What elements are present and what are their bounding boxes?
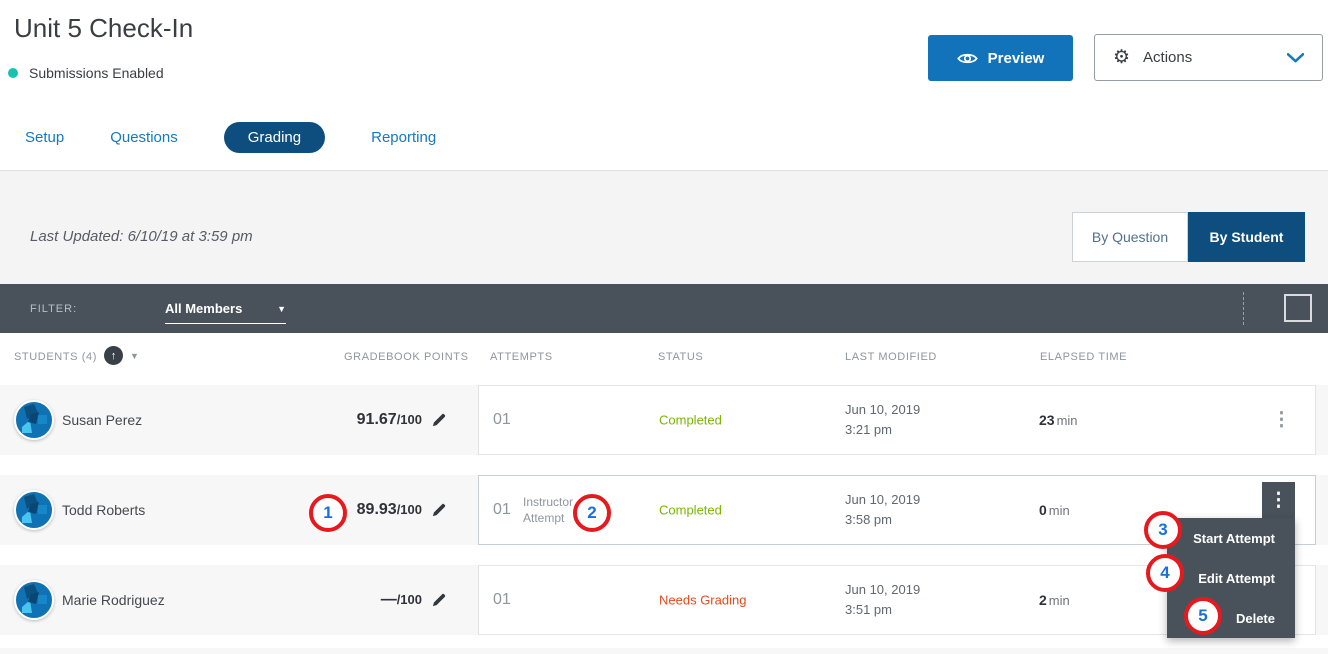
- by-student-toggle[interactable]: By Student: [1188, 212, 1305, 262]
- points-denominator: /100: [397, 592, 422, 607]
- tab-reporting[interactable]: Reporting: [371, 122, 436, 153]
- members-filter-dropdown[interactable]: All Members ▼: [165, 301, 286, 324]
- last-modified: Jun 10, 2019 3:21 pm: [845, 400, 920, 440]
- annotation-callout-2: 2: [573, 494, 611, 532]
- avatar: [14, 580, 54, 620]
- attempt-card[interactable]: 01 Completed Jun 10, 2019 3:21 pm 23 min…: [478, 385, 1316, 455]
- tab-questions[interactable]: Questions: [110, 122, 178, 153]
- view-toggle: By Question By Student: [1072, 212, 1305, 262]
- members-filter-value: All Members: [165, 301, 242, 316]
- tab-grading[interactable]: Grading: [224, 122, 325, 153]
- filter-label: FILTER:: [30, 303, 77, 315]
- elapsed-time: 0 min: [1039, 502, 1070, 518]
- actions-label: Actions: [1143, 49, 1192, 66]
- edit-points-button[interactable]: [432, 413, 446, 427]
- column-header-status: STATUS: [658, 351, 703, 363]
- chevron-down-icon: [1287, 53, 1304, 63]
- modified-time: 3:58 pm: [845, 510, 920, 530]
- attempt-number: 01: [493, 591, 511, 609]
- attempt-status: Completed: [659, 413, 722, 428]
- student-row: Marie Rodriguez — /100 01 Needs Grading …: [0, 565, 1328, 635]
- elapsed-unit: min: [1049, 593, 1070, 608]
- annotation-callout-4: 4: [1146, 554, 1184, 592]
- elapsed-value: 23: [1039, 412, 1055, 428]
- elapsed-time: 2 min: [1039, 592, 1070, 608]
- points-value: 91.67: [357, 411, 397, 429]
- grid-view-toggle-button[interactable]: [1284, 294, 1312, 322]
- points-value: —: [381, 591, 397, 609]
- submission-status: Submissions Enabled: [8, 65, 164, 81]
- pencil-icon: [432, 593, 446, 607]
- kebab-menu-button-open[interactable]: ⋮: [1262, 482, 1295, 518]
- student-name: Marie Rodriguez: [62, 592, 165, 608]
- sort-ascending-icon[interactable]: ↑: [104, 346, 123, 365]
- modified-time: 3:51 pm: [845, 600, 920, 620]
- status-label: Submissions Enabled: [29, 65, 164, 81]
- modified-time: 3:21 pm: [845, 420, 920, 440]
- column-header-last-modified: LAST MODIFIED: [845, 351, 937, 363]
- avatar: [14, 400, 54, 440]
- points-value: 89.93: [357, 501, 397, 519]
- gradebook-points: — /100: [381, 591, 446, 609]
- modified-date: Jun 10, 2019: [845, 400, 920, 420]
- preview-button[interactable]: Preview: [928, 35, 1073, 81]
- menu-item-start-attempt[interactable]: Start Attempt: [1167, 518, 1295, 558]
- table-header-row: STUDENTS (4) ↑ ▼ GRADEBOOK POINTS ATTEMP…: [0, 333, 1328, 385]
- actions-button[interactable]: ⚙ Actions: [1094, 34, 1323, 81]
- attempt-number: 01: [493, 501, 511, 519]
- menu-item-edit-attempt[interactable]: Edit Attempt: [1167, 558, 1295, 598]
- by-question-toggle[interactable]: By Question: [1072, 212, 1188, 262]
- last-updated-text: Last Updated: 6/10/19 at 3:59 pm: [30, 228, 253, 245]
- eye-icon: [957, 51, 978, 66]
- gradebook-points: 91.67 /100: [357, 411, 446, 429]
- kebab-icon: ⋮: [1269, 489, 1288, 512]
- dashed-divider: [1243, 292, 1244, 325]
- student-name: Todd Roberts: [62, 502, 145, 518]
- gear-icon: ⚙: [1113, 48, 1130, 67]
- preview-label: Preview: [988, 50, 1045, 67]
- header-caret-icon[interactable]: ▼: [130, 351, 139, 361]
- annotation-callout-5: 5: [1184, 597, 1222, 635]
- tab-setup[interactable]: Setup: [25, 122, 64, 153]
- filter-bar: FILTER: All Members ▼: [0, 284, 1328, 333]
- column-header-gradebook-points: GRADEBOOK POINTS: [344, 351, 469, 363]
- column-header-elapsed-time: ELAPSED TIME: [1040, 351, 1127, 363]
- modified-date: Jun 10, 2019: [845, 490, 920, 510]
- assessment-tabs: Setup Questions Grading Reporting: [25, 122, 436, 153]
- attempt-status: Completed: [659, 503, 722, 518]
- pencil-icon: [432, 503, 446, 517]
- elapsed-time: 23 min: [1039, 412, 1078, 428]
- partial-row: [0, 648, 1328, 654]
- elapsed-unit: min: [1057, 413, 1078, 428]
- avatar: [14, 490, 54, 530]
- page-title: Unit 5 Check-In: [14, 13, 193, 44]
- column-header-students: STUDENTS (4): [14, 351, 97, 363]
- points-denominator: /100: [397, 502, 422, 517]
- points-denominator: /100: [397, 412, 422, 427]
- student-row: Susan Perez 91.67 /100 01 Completed Jun …: [0, 385, 1328, 455]
- annotation-callout-3: 3: [1144, 511, 1182, 549]
- last-modified: Jun 10, 2019 3:51 pm: [845, 580, 920, 620]
- dropdown-caret-icon: ▼: [277, 304, 286, 314]
- edit-points-button[interactable]: [432, 593, 446, 607]
- attempt-status: Needs Grading: [659, 593, 746, 608]
- elapsed-value: 2: [1039, 592, 1047, 608]
- annotation-callout-1: 1: [309, 494, 347, 532]
- attempt-number: 01: [493, 411, 511, 429]
- student-name: Susan Perez: [62, 412, 142, 428]
- gradebook-points: 89.93 /100: [357, 501, 446, 519]
- elapsed-value: 0: [1039, 502, 1047, 518]
- edit-points-button[interactable]: [432, 503, 446, 517]
- last-modified: Jun 10, 2019 3:58 pm: [845, 490, 920, 530]
- kebab-menu-button[interactable]: ⋮: [1272, 411, 1291, 430]
- modified-date: Jun 10, 2019: [845, 580, 920, 600]
- column-header-attempts: ATTEMPTS: [490, 351, 553, 363]
- student-row: Todd Roberts 89.93 /100 01 Instructor At…: [0, 475, 1328, 545]
- status-dot-icon: [8, 68, 18, 78]
- elapsed-unit: min: [1049, 503, 1070, 518]
- pencil-icon: [432, 413, 446, 427]
